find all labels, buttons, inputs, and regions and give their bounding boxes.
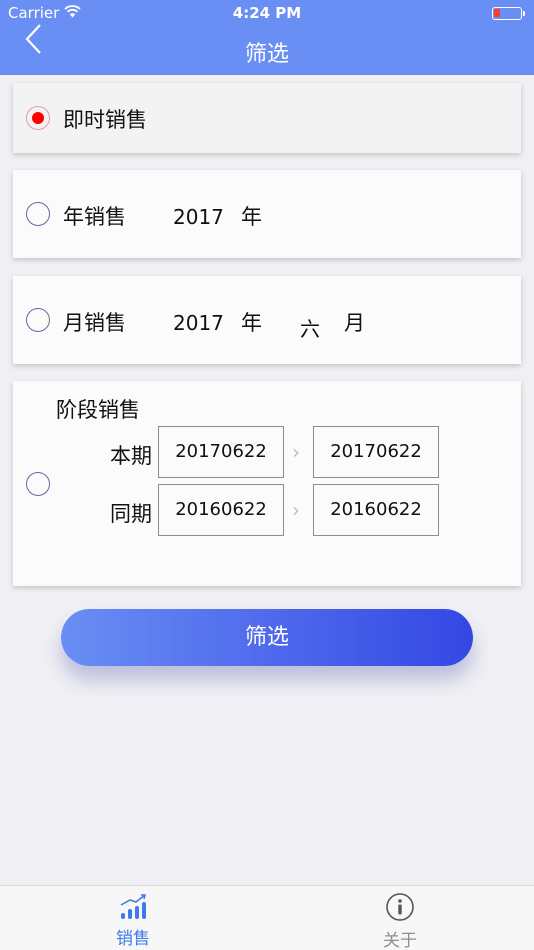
chevron-right-icon: › [292,440,300,464]
bar-chart-icon [120,894,146,919]
tab-label-sales: 销售 [116,929,150,949]
radio-yearly[interactable] [26,202,50,226]
month-select[interactable]: 六 [300,313,320,342]
navigation-bar: Carrier 4:24 PM 筛选 [0,0,534,75]
year-select[interactable]: 2017 [173,205,224,229]
radio-period[interactable] [26,472,50,496]
current-start-date[interactable]: 20170622 [158,426,284,478]
previous-end-date[interactable]: 20160622 [313,484,439,536]
year-unit-label: 年 [241,205,262,229]
page-title: 筛选 [244,42,289,67]
filter-button[interactable]: 筛选 [61,609,473,666]
battery-icon [492,7,525,20]
radio-instant[interactable] [26,106,50,130]
option-label-monthly: 月销售 [63,311,126,335]
info-icon [386,893,414,921]
status-time: 4:24 PM [232,4,302,22]
option-label-period: 阶段销售 [56,398,140,422]
option-card-monthly[interactable]: 月销售 2017 年 六 月 [13,276,521,364]
previous-period-label: 同期 [110,502,152,526]
option-label-yearly: 年销售 [63,205,126,229]
option-card-instant[interactable]: 即时销售 [13,83,521,153]
tab-label-about: 关于 [383,931,417,950]
month-year-unit-label: 年 [241,311,262,335]
tab-about[interactable]: 关于 [360,892,440,950]
previous-start-date[interactable]: 20160622 [158,484,284,536]
status-bar: Carrier 4:24 PM [0,0,534,26]
month-year-select[interactable]: 2017 [173,311,224,335]
tab-sales[interactable]: 销售 [93,892,173,949]
option-label-instant: 即时销售 [63,108,147,132]
option-card-yearly[interactable]: 年销售 2017 年 [13,170,521,258]
chevron-right-icon: › [292,498,300,522]
tab-bar: 销售 关于 [0,885,534,950]
current-end-date[interactable]: 20170622 [313,426,439,478]
current-period-label: 本期 [110,444,152,468]
month-unit-label: 月 [344,311,365,335]
radio-monthly[interactable] [26,308,50,332]
option-card-period[interactable]: 阶段销售 本期 20170622 › 20170622 同期 20160622 … [13,381,521,586]
